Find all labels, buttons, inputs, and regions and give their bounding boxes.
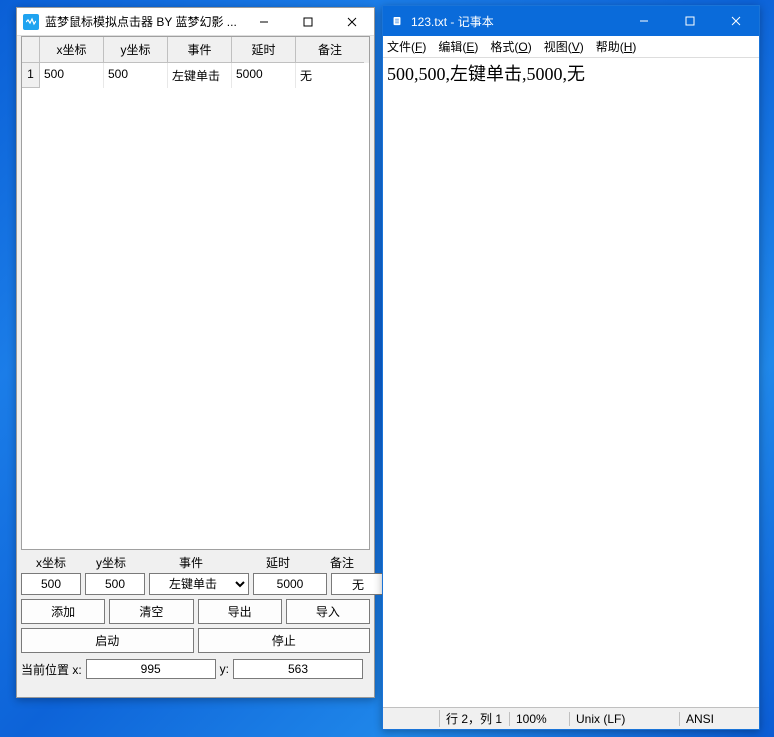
np-maximize-button[interactable] (667, 6, 713, 36)
cell-x: 500 (40, 63, 104, 88)
input-row: 左键单击 (21, 573, 370, 595)
col-note[interactable]: 备注 (296, 37, 364, 63)
x-input[interactable] (21, 573, 81, 595)
menu-edit[interactable]: 编辑(E) (438, 38, 478, 55)
pos-label-x: 当前位置 x: (21, 661, 82, 678)
minimize-button[interactable] (242, 8, 286, 36)
button-row-2: 启动 停止 (21, 628, 370, 653)
note-input[interactable] (331, 573, 385, 595)
import-button[interactable]: 导入 (286, 599, 370, 624)
y-input[interactable] (85, 573, 145, 595)
label-y: y坐标 (81, 554, 141, 571)
notepad-titlebar[interactable]: 123.txt - 记事本 (383, 6, 759, 36)
col-x[interactable]: x坐标 (40, 37, 104, 63)
col-y[interactable]: y坐标 (104, 37, 168, 63)
label-x: x坐标 (21, 554, 81, 571)
menu-file[interactable]: 文件(F) (387, 38, 426, 55)
current-position: 当前位置 x: y: (21, 659, 370, 679)
export-button[interactable]: 导出 (198, 599, 282, 624)
col-delay[interactable]: 延时 (232, 37, 296, 63)
notepad-icon (389, 13, 405, 29)
stop-button[interactable]: 停止 (198, 628, 371, 653)
status-encoding: ANSI (679, 712, 759, 726)
event-select[interactable]: 左键单击 (149, 573, 249, 595)
start-button[interactable]: 启动 (21, 628, 194, 653)
window-buttons (242, 8, 374, 36)
action-table: x坐标 y坐标 事件 延时 备注 1 500 500 左键单击 5000 无 (21, 36, 370, 550)
cell-y: 500 (104, 63, 168, 88)
clear-button[interactable]: 清空 (109, 599, 193, 624)
maximize-button[interactable] (286, 8, 330, 36)
table-body: 1 500 500 左键单击 5000 无 (22, 63, 369, 549)
pos-y-value[interactable] (233, 659, 363, 679)
label-event: 事件 (141, 554, 241, 571)
notepad-title: 123.txt - 记事本 (411, 13, 621, 30)
np-minimize-button[interactable] (621, 6, 667, 36)
notepad-client: 文件(F) 编辑(E) 格式(O) 视图(V) 帮助(H) 500,500,左键… (383, 36, 759, 729)
notepad-window: 123.txt - 记事本 文件(F) 编辑(E) 格式(O) 视图(V) 帮助… (382, 5, 760, 730)
close-button[interactable] (330, 8, 374, 36)
clicker-body: x坐标 y坐标 事件 延时 备注 1 500 500 左键单击 5000 无 x… (17, 36, 374, 683)
add-button[interactable]: 添加 (21, 599, 105, 624)
button-row-1: 添加 清空 导出 导入 (21, 599, 370, 624)
np-close-button[interactable] (713, 6, 759, 36)
label-note: 备注 (315, 554, 369, 571)
menubar: 文件(F) 编辑(E) 格式(O) 视图(V) 帮助(H) (383, 36, 759, 58)
table-row[interactable]: 1 500 500 左键单击 5000 无 (22, 63, 369, 88)
clicker-window: 蓝梦鼠标模拟点击器 BY 蓝梦幻影 ... x坐标 y坐标 事件 延时 备注 1… (16, 7, 375, 698)
statusbar: 行 2，列 1 100% Unix (LF) ANSI (383, 707, 759, 729)
notepad-window-buttons (621, 6, 759, 36)
input-labels: x坐标 y坐标 事件 延时 备注 (21, 554, 370, 571)
cell-note: 无 (296, 63, 364, 88)
pos-label-y: y: (220, 662, 229, 676)
cell-idx: 1 (22, 63, 40, 88)
menu-help[interactable]: 帮助(H) (596, 38, 637, 55)
editor-area[interactable]: 500,500,左键单击,5000,无 (383, 58, 759, 707)
status-position: 行 2，列 1 (439, 710, 509, 727)
app-icon (23, 14, 39, 30)
table-header: x坐标 y坐标 事件 延时 备注 (22, 37, 369, 63)
status-eol: Unix (LF) (569, 712, 679, 726)
col-idx (22, 37, 40, 63)
cell-event: 左键单击 (168, 63, 232, 88)
menu-view[interactable]: 视图(V) (544, 38, 584, 55)
label-delay: 延时 (241, 554, 315, 571)
status-zoom: 100% (509, 712, 569, 726)
cell-delay: 5000 (232, 63, 296, 88)
pos-x-value[interactable] (86, 659, 216, 679)
menu-format[interactable]: 格式(O) (490, 38, 531, 55)
clicker-title: 蓝梦鼠标模拟点击器 BY 蓝梦幻影 ... (45, 13, 242, 30)
delay-input[interactable] (253, 573, 327, 595)
col-event[interactable]: 事件 (168, 37, 232, 63)
clicker-titlebar[interactable]: 蓝梦鼠标模拟点击器 BY 蓝梦幻影 ... (17, 8, 374, 36)
